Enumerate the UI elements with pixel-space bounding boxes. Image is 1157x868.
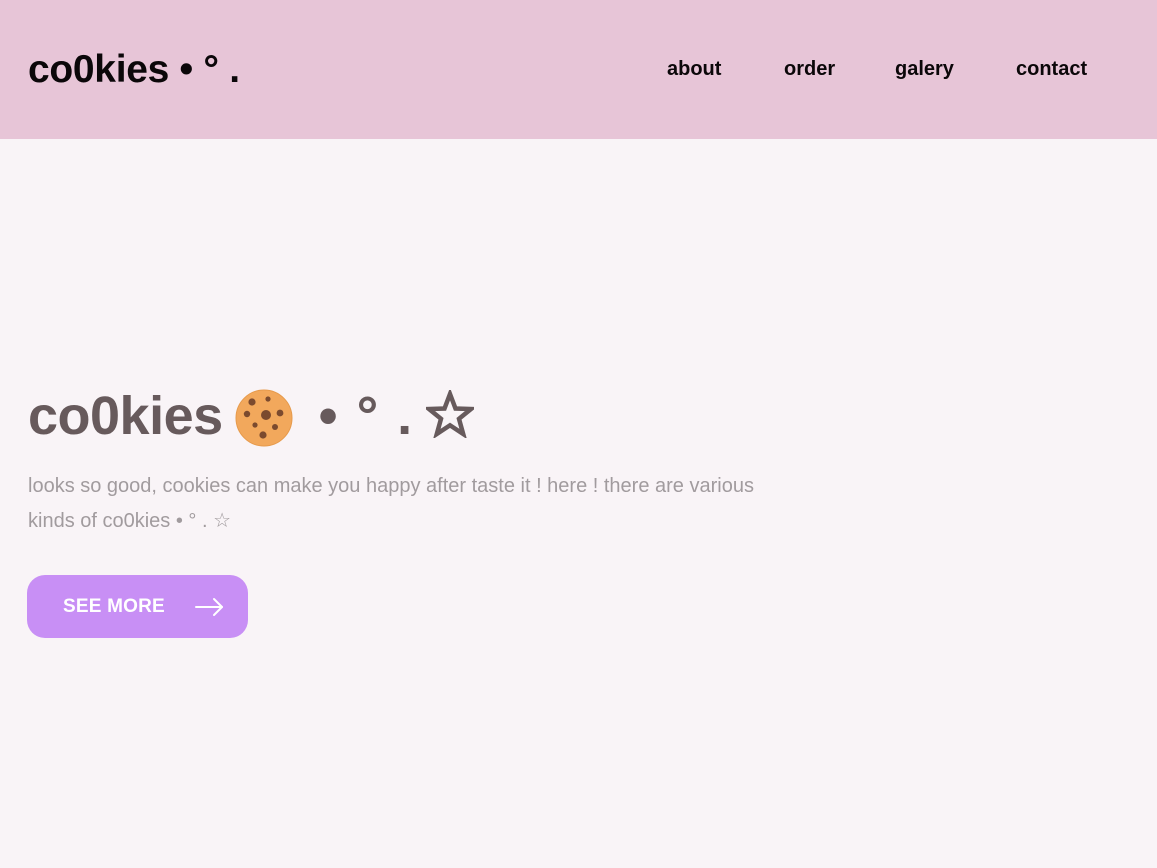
nav-link-about[interactable]: about: [667, 56, 721, 82]
hero-title-word: co0kies: [28, 386, 223, 446]
cookie-icon: [235, 389, 293, 447]
see-more-label: SEE MORE: [63, 595, 165, 617]
site-header: co0kies • ° . about order galery contact: [0, 0, 1157, 139]
nav-link-galery[interactable]: galery: [895, 56, 954, 82]
nav-link-order[interactable]: order: [784, 56, 835, 82]
arrow-right-icon: [194, 597, 225, 617]
star-icon: [423, 387, 478, 440]
hero-title-decoration: • ° .: [318, 386, 415, 446]
hero-description: looks so good, cookies can make you happ…: [28, 475, 754, 532]
hero-title: co0kies • ° .: [28, 386, 478, 447]
nav-link-contact[interactable]: contact: [1016, 56, 1087, 82]
see-more-button[interactable]: SEE MORE: [27, 575, 248, 638]
main-nav: about order galery contact: [0, 56, 1157, 84]
